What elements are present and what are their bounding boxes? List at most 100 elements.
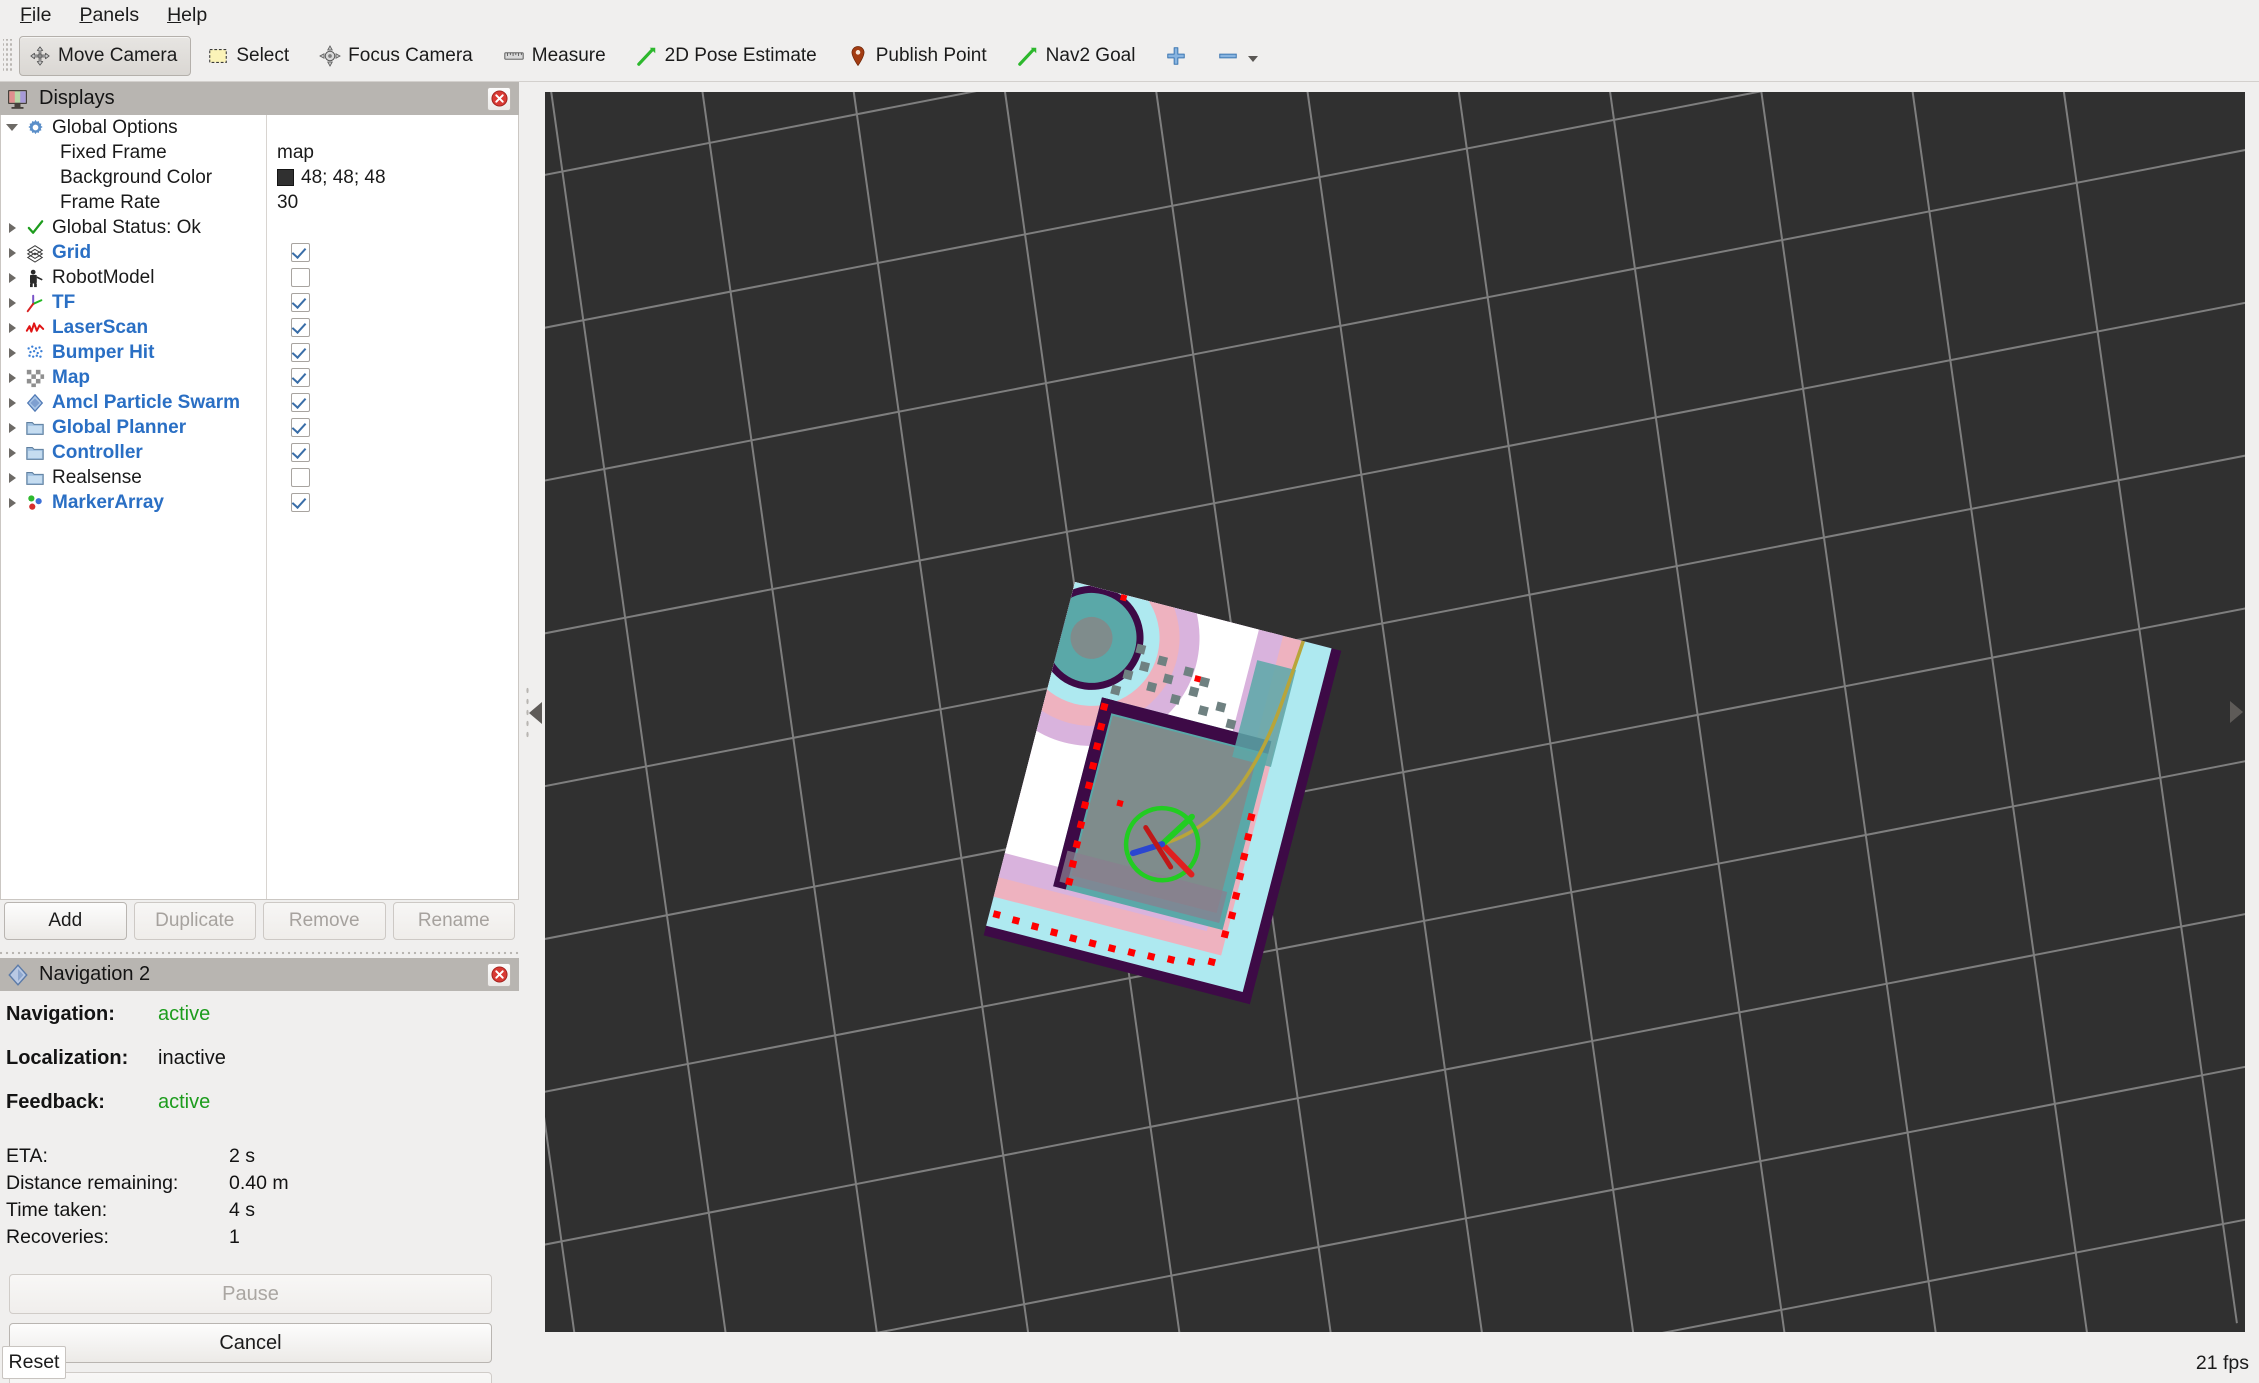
- fps-indicator: 21 fps: [2195, 1352, 2249, 1374]
- color-swatch: [277, 169, 294, 186]
- menu-panels[interactable]: Panels: [65, 1, 153, 29]
- status-label: Navigation:: [6, 1003, 115, 1025]
- tree-row-grid[interactable]: Grid: [1, 240, 518, 265]
- tool-measure[interactable]: Measure: [493, 36, 620, 76]
- metric-value: 0.40 m: [229, 1172, 289, 1194]
- checkbox-markerarray[interactable]: [291, 493, 310, 512]
- checkbox-global-planner[interactable]: [291, 418, 310, 437]
- tree-row-bumper-hit[interactable]: Bumper Hit: [1, 340, 518, 365]
- map-icon: [23, 368, 47, 388]
- tree-row-laserscan[interactable]: LaserScan: [1, 315, 518, 340]
- twisty-collapsed-icon[interactable]: [1, 497, 23, 508]
- pointcloud-icon: [23, 343, 47, 363]
- checkbox-bumper-hit[interactable]: [291, 343, 310, 362]
- select-icon: [209, 48, 228, 63]
- tree-row-label: Controller: [52, 441, 143, 463]
- tool-label: Select: [236, 44, 290, 66]
- cancel-button[interactable]: Cancel: [9, 1323, 492, 1363]
- tree-row-frame-rate[interactable]: Frame Rate 30: [1, 190, 518, 215]
- reset-button[interactable]: Reset: [2, 1346, 66, 1379]
- checkbox-laserscan[interactable]: [291, 318, 310, 337]
- checkbox-controller[interactable]: [291, 443, 310, 462]
- tree-row-label: Frame Rate: [60, 191, 161, 213]
- twisty-collapsed-icon[interactable]: [1, 272, 23, 283]
- duplicate-display-button[interactable]: Duplicate: [133, 902, 256, 940]
- close-displays-panel-button[interactable]: [487, 86, 511, 111]
- status-label: Localization:: [6, 1047, 129, 1069]
- toolbar-drag-handle[interactable]: [3, 38, 12, 73]
- twisty-collapsed-icon[interactable]: [1, 372, 23, 383]
- checkbox-grid[interactable]: [291, 243, 310, 262]
- tree-row-markerarray[interactable]: MarkerArray: [1, 490, 518, 515]
- tree-row-label: LaserScan: [52, 316, 149, 338]
- twisty-collapsed-icon[interactable]: [1, 247, 23, 258]
- tool-label: Move Camera: [58, 44, 178, 66]
- tree-row-background-color[interactable]: Background Color 48; 48; 48: [1, 165, 518, 190]
- tree-row-global-options[interactable]: Global Options: [1, 115, 518, 140]
- pause-button[interactable]: Pause: [9, 1274, 492, 1314]
- menu-file[interactable]: File: [6, 1, 65, 29]
- metric-eta: ETA: 2 s: [0, 1145, 519, 1172]
- menu-help[interactable]: Help: [153, 1, 221, 29]
- tree-row-global-status[interactable]: Global Status: Ok: [1, 215, 518, 240]
- rename-display-button[interactable]: Rename: [392, 902, 515, 940]
- tree-row-realsense[interactable]: Realsense: [1, 465, 518, 490]
- tool-label: Publish Point: [875, 44, 987, 66]
- dock-splitter-handle[interactable]: [0, 946, 519, 958]
- tool-nav2-goal[interactable]: Nav2 Goal: [1007, 36, 1150, 76]
- twisty-collapsed-icon[interactable]: [1, 447, 23, 458]
- twisty-collapsed-icon[interactable]: [1, 322, 23, 333]
- add-display-button[interactable]: Add: [4, 902, 127, 940]
- navigation2-body: Navigation: active Localization: inactiv…: [0, 991, 519, 1383]
- rviz-3d-viewport[interactable]: [545, 92, 2245, 1332]
- background-color-value-cell[interactable]: 48; 48; 48: [277, 165, 386, 190]
- folder-icon: [23, 418, 47, 438]
- remove-tool-button[interactable]: [1207, 36, 1272, 76]
- close-navigation2-panel-button[interactable]: [487, 962, 511, 987]
- remove-display-button[interactable]: Remove: [263, 902, 386, 940]
- tree-row-global-planner[interactable]: Global Planner: [1, 415, 518, 440]
- fixed-frame-value-cell[interactable]: map: [277, 140, 314, 165]
- pose-estimate-icon: [636, 47, 655, 66]
- tool-focus-camera[interactable]: Focus Camera: [309, 36, 487, 76]
- tree-row-amcl-particle-swarm[interactable]: Amcl Particle Swarm: [1, 390, 518, 415]
- checkbox-realsense[interactable]: [291, 468, 310, 487]
- displays-icon: [8, 89, 27, 109]
- twisty-collapsed-icon[interactable]: [1, 347, 23, 358]
- twisty-collapsed-icon[interactable]: [1, 397, 23, 408]
- twisty-collapsed-icon[interactable]: [1, 472, 23, 483]
- checkbox-tf[interactable]: [291, 293, 310, 312]
- tool-select[interactable]: Select: [197, 36, 303, 76]
- tool-2d-pose-estimate[interactable]: 2D Pose Estimate: [626, 36, 831, 76]
- left-dock: Displays Global Options Fixed Frame map …: [0, 82, 519, 1383]
- add-tool-button[interactable]: [1155, 36, 1201, 76]
- twisty-collapsed-icon[interactable]: [1, 297, 23, 308]
- chevron-down-icon[interactable]: [1248, 55, 1259, 62]
- dock-viewport-splitter[interactable]: [519, 82, 545, 1344]
- twisty-collapsed-icon[interactable]: [1, 222, 23, 233]
- marker-array-icon: [23, 493, 47, 513]
- checkbox-robotmodel[interactable]: [291, 268, 310, 287]
- waypoint-mode-button[interactable]: Waypoint mode: [9, 1372, 492, 1383]
- tool-publish-point[interactable]: Publish Point: [837, 36, 1001, 76]
- collapse-right-dock-icon[interactable]: [2230, 701, 2243, 723]
- collapse-left-dock-icon[interactable]: [528, 702, 542, 724]
- tool-move-camera[interactable]: Move Camera: [19, 35, 192, 76]
- twisty-collapsed-icon[interactable]: [1, 422, 23, 433]
- tree-row-tf[interactable]: TF: [1, 290, 518, 315]
- checkbox-amcl-particle-swarm[interactable]: [291, 393, 310, 412]
- close-icon: [490, 966, 508, 983]
- gear-icon: [23, 118, 47, 137]
- tree-row-label: Grid: [52, 241, 92, 263]
- frame-rate-value-cell[interactable]: 30: [277, 190, 298, 215]
- checkbox-map[interactable]: [291, 368, 310, 387]
- twisty-expanded-icon[interactable]: [1, 124, 23, 131]
- metric-value: 2 s: [229, 1145, 256, 1167]
- check-icon: [23, 218, 47, 237]
- tree-row-map[interactable]: Map: [1, 365, 518, 390]
- metric-recoveries: Recoveries: 1: [0, 1226, 519, 1253]
- tree-row-robotmodel[interactable]: RobotModel: [1, 265, 518, 290]
- tree-row-fixed-frame[interactable]: Fixed Frame map: [1, 140, 518, 165]
- tree-row-controller[interactable]: Controller: [1, 440, 518, 465]
- displays-tree[interactable]: Global Options Fixed Frame map Backgroun…: [0, 115, 519, 900]
